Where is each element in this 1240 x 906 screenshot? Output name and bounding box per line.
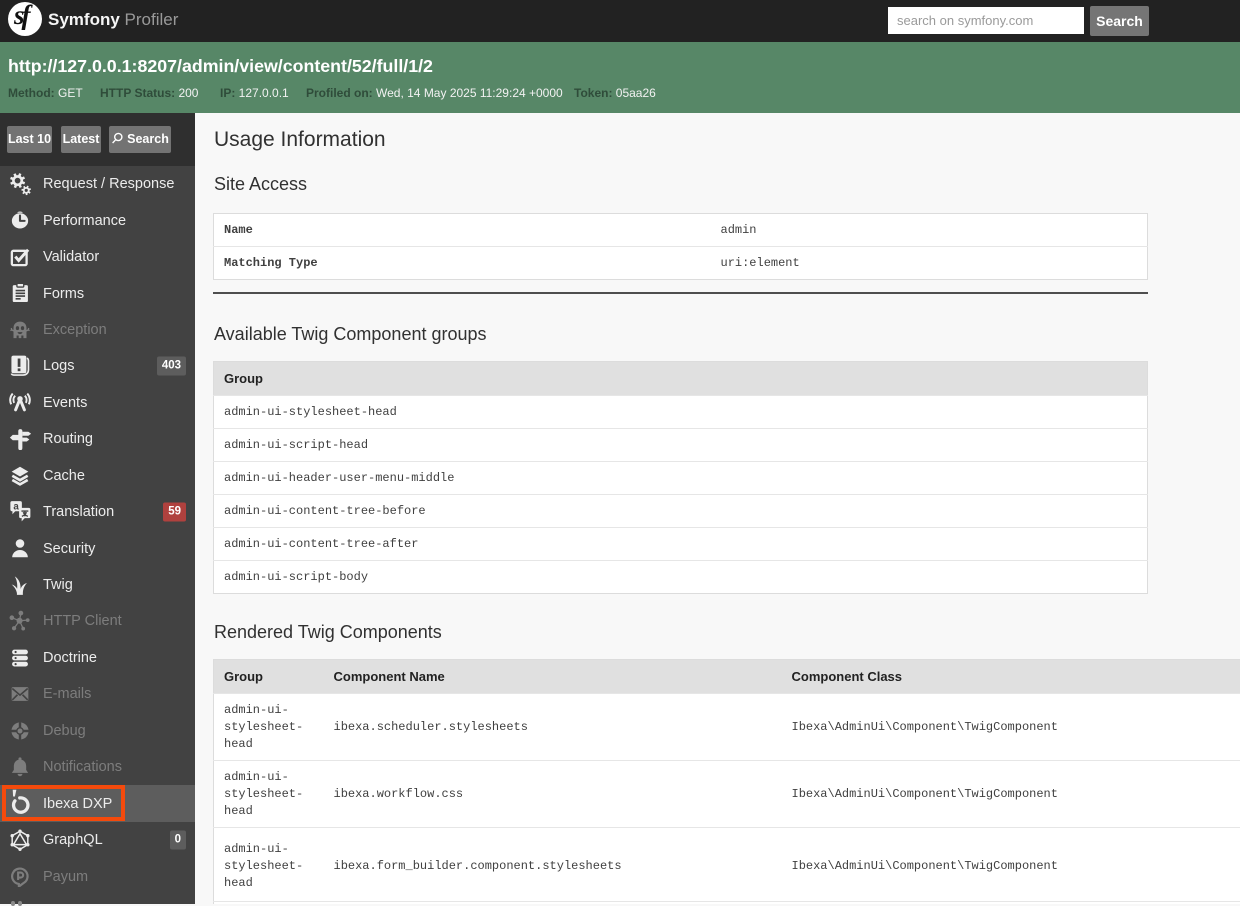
svg-text:a: a xyxy=(13,502,19,513)
